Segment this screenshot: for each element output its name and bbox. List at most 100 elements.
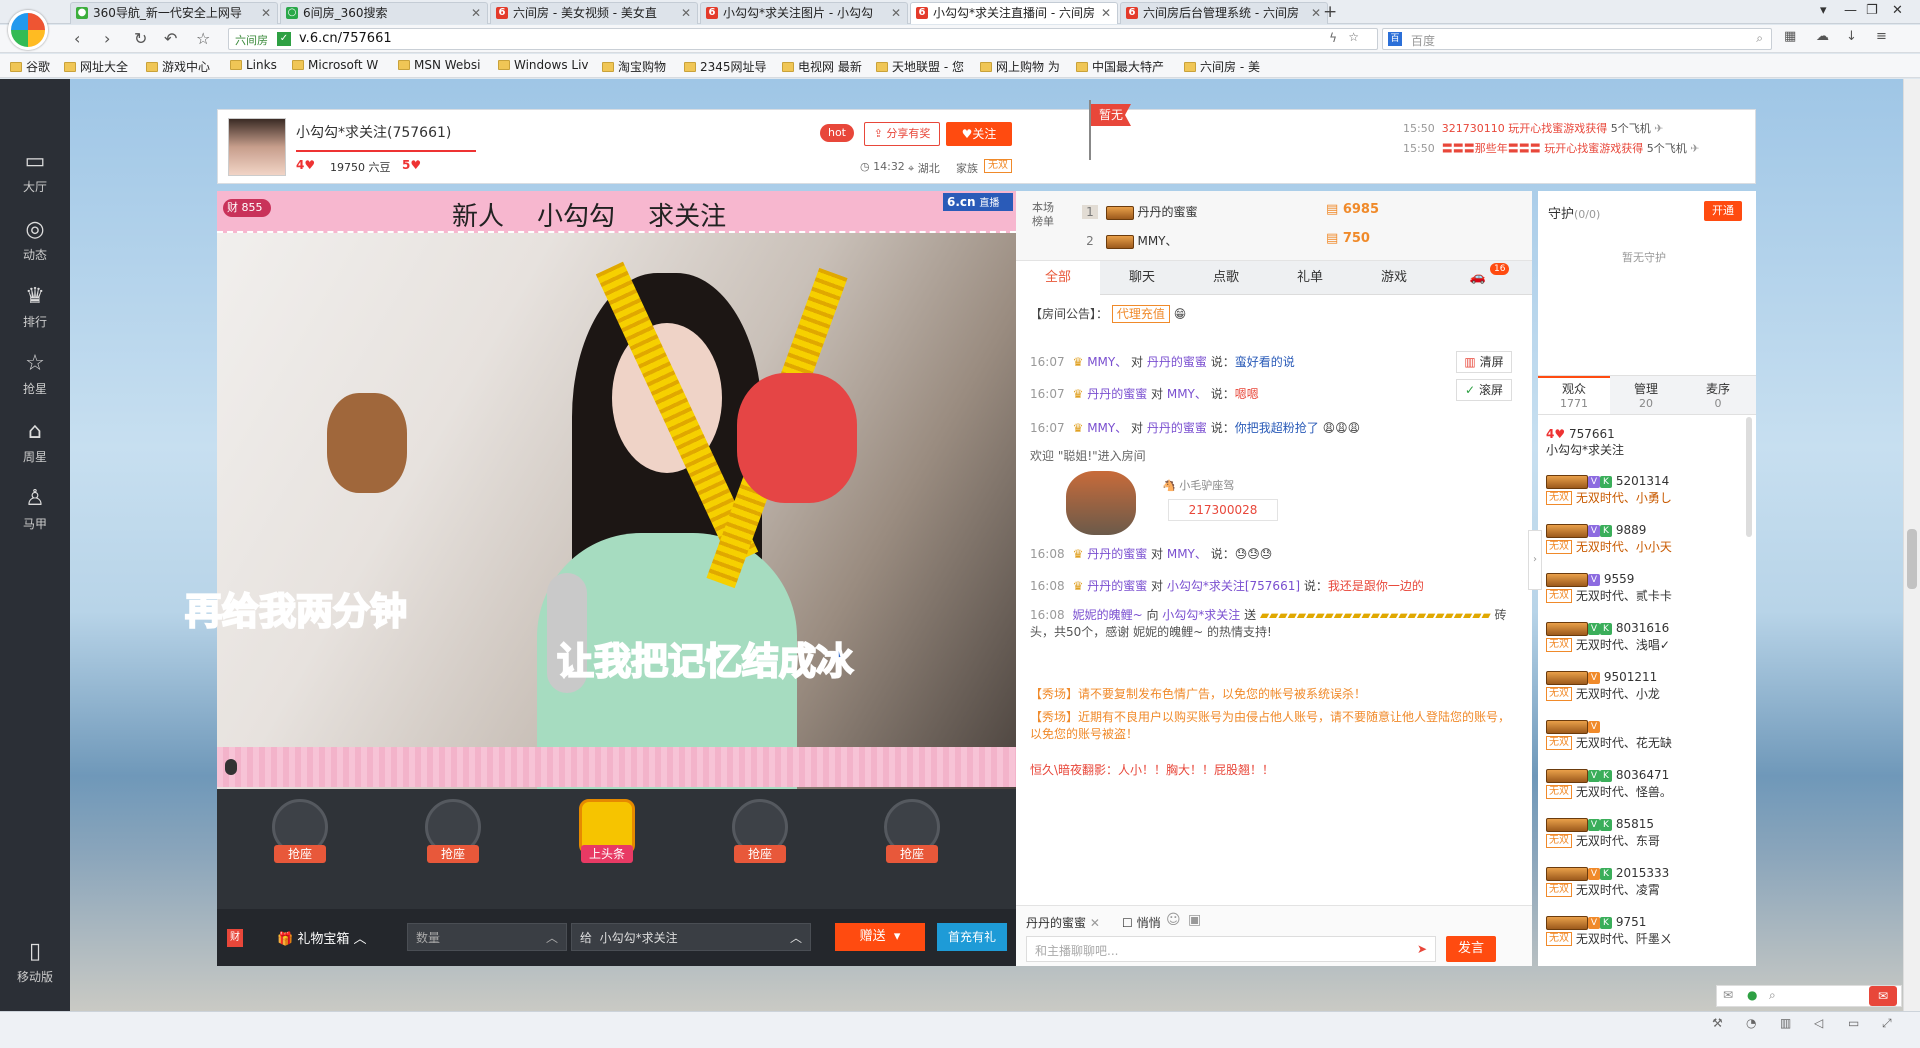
seat-slot[interactable]: 抢座 (705, 789, 815, 863)
bookmark-item[interactable]: 游戏中心 (146, 58, 210, 75)
new-tab-plus-icon[interactable]: + (1323, 2, 1337, 22)
grab-seat-button[interactable]: 抢座 (274, 845, 326, 863)
send-message-button[interactable]: 发言 (1446, 936, 1496, 962)
audience-item[interactable]: VK 2015333 无双 无双时代、凌霄 (1546, 866, 1669, 898)
tab-chat[interactable]: 聊天 (1100, 261, 1184, 295)
url-bar[interactable]: 六间房 ✓ v.6.cn/757661 ϟ ☆ (228, 28, 1378, 50)
bookmark-item[interactable]: Microsoft W (292, 58, 378, 72)
gift-box-button[interactable]: 🎁 礼物宝箱 ︿ (277, 928, 367, 947)
chat-input[interactable]: 和主播聊聊吧... ➤ (1026, 936, 1436, 962)
bookmark-item[interactable]: 谷歌 (10, 58, 50, 75)
bookmark-item[interactable]: 2345网址导 (684, 58, 767, 75)
favorite-star-icon[interactable]: ☆ (1348, 30, 1359, 44)
browser-tab-active[interactable]: 6 小勾勾*求关注直播间 - 六间房 ✕ (910, 2, 1118, 24)
nav-mobile[interactable]: ▯ 移动版 (0, 939, 70, 985)
tab-audience[interactable]: 观众 1771 (1538, 376, 1610, 414)
wealth-icon[interactable]: 财 (227, 929, 243, 947)
rank-row[interactable]: 2 MMY、 (1082, 232, 1178, 249)
rank-row[interactable]: 1 丹丹的蜜蜜 (1082, 203, 1197, 220)
bookmark-item[interactable]: 网上购物 为 (980, 58, 1060, 75)
open-guard-button[interactable]: 开通 (1704, 201, 1742, 221)
search-box[interactable]: 百 百度 ⌕ (1382, 28, 1772, 50)
forward-icon[interactable]: › (104, 29, 110, 48)
menu-icon[interactable]: ≡ (1876, 29, 1887, 44)
close-window-icon[interactable]: ✕ (1892, 3, 1903, 18)
scroll-lock-button[interactable]: ✓ 滚屏 (1456, 379, 1512, 401)
search-icon[interactable]: ⌕ (1769, 988, 1776, 1003)
first-recharge-button[interactable]: 首充有礼 (937, 923, 1007, 951)
browser-logo-icon[interactable] (8, 10, 48, 50)
chat-bubble-icon[interactable]: ✉ (1869, 986, 1897, 1006)
headline-button[interactable]: 上头条 (581, 845, 633, 863)
clear-screen-button[interactable]: ▥ 清屏 (1456, 351, 1512, 373)
chat-target[interactable]: 丹丹的蜜蜜 ✕ (1026, 914, 1100, 931)
recipient-select[interactable]: 给 小勾勾*求关注 ︿ (571, 923, 811, 951)
refresh-icon[interactable]: ↻ (134, 29, 147, 48)
recharge-link[interactable]: 代理充值 (1111, 305, 1170, 323)
tab-gift-list[interactable]: 礼单 (1268, 261, 1352, 295)
video-player[interactable]: 财 855 新人 小勾勾 求关注 6.cn 直播 再给我两分钟 让我把记忆结成冰… (184, 191, 1016, 966)
audience-item[interactable]: VK 9889 无双 无双时代、小小天 (1546, 523, 1672, 555)
nav-vest[interactable]: ♙ 马甲 (0, 486, 70, 532)
quantity-input[interactable]: 数量 ︿ (407, 923, 567, 951)
speed-icon[interactable]: ◔ (1746, 1016, 1756, 1030)
audience-item[interactable]: VK 85815 无双 无双时代、东哥 (1546, 817, 1660, 849)
audience-item[interactable]: V 9559 无双 无双时代、贰卡卡 (1546, 572, 1672, 604)
tab-songs[interactable]: 点歌 (1184, 261, 1268, 295)
bookmark-item[interactable]: 中国最大特产 (1076, 58, 1164, 75)
mic-icon[interactable] (225, 759, 237, 775)
message-list[interactable]: 【房间公告】： 代理充值 😁 ▥ 清屏 ✓ 滚屏 16:07 ♛ MMY、 对 丹… (1016, 295, 1532, 905)
apps-grid-icon[interactable]: ▦ (1784, 29, 1796, 44)
grab-seat-button[interactable]: 抢座 (734, 845, 786, 863)
audience-item[interactable]: VK 5201314 无双 无双时代、小勇し (1546, 474, 1672, 506)
scrollbar-thumb[interactable] (1907, 529, 1917, 589)
nav-grab-star[interactable]: ☆ 抢星 (0, 351, 70, 397)
whisper-checkbox[interactable]: ☐ 悄悄 (1122, 914, 1161, 931)
audience-item[interactable]: V 无双 无双时代、花无缺 (1546, 719, 1672, 751)
seat-slot[interactable]: 抢座 (857, 789, 967, 863)
image-icon[interactable]: ▣ (1188, 912, 1201, 928)
tab-close-icon[interactable]: ✕ (471, 3, 481, 23)
audience-item[interactable]: VK 8031616 无双 无双时代、浅唱✓ (1546, 621, 1670, 653)
mail-icon[interactable]: ✉ (1723, 988, 1733, 1002)
headline-slot[interactable]: 上头条 (552, 789, 662, 863)
menu-shirt-icon[interactable]: ▾ (1820, 3, 1827, 18)
browser-tab[interactable]: 6 小勾勾*求关注图片 - 小勾勾 ✕ (700, 2, 908, 24)
grab-seat-button[interactable]: 抢座 (886, 845, 938, 863)
bookmark-item[interactable]: 网址大全 (64, 58, 128, 75)
lightning-icon[interactable]: ϟ (1329, 31, 1337, 45)
back-icon[interactable]: ‹ (74, 29, 80, 48)
expand-icon[interactable]: ⤢ (1882, 1016, 1892, 1031)
bookmark-item[interactable]: 电视网 最新 (782, 58, 862, 75)
tab-games[interactable]: 游戏 (1352, 261, 1436, 295)
bookmark-item[interactable]: Windows Liv (498, 58, 589, 72)
nav-dynamic[interactable]: ◎ 动态 (0, 217, 70, 263)
audience-item[interactable]: 4♥ 757661 小勾勾*求关注 (1546, 427, 1624, 458)
tab-close-icon[interactable]: ✕ (1101, 3, 1111, 23)
trash-icon[interactable]: ▥ (1780, 1016, 1791, 1030)
sound-icon[interactable]: ◁ (1814, 1016, 1823, 1030)
bookmark-item[interactable]: MSN Websi (398, 58, 481, 72)
bookmark-item[interactable]: 天地联盟 - 您 (876, 58, 964, 75)
audience-scrollbar[interactable] (1746, 417, 1752, 537)
bookmark-item[interactable]: 六间房 - 美 (1184, 58, 1260, 75)
undo-icon[interactable]: ↶ (164, 29, 177, 48)
tab-close-icon[interactable]: ✕ (891, 3, 901, 23)
window-icon[interactable]: ▭ (1848, 1016, 1859, 1030)
minimize-icon[interactable]: — (1844, 3, 1857, 18)
follow-button[interactable]: ♥关注 (946, 122, 1012, 146)
emoji-picker-icon[interactable]: ☺ (1166, 912, 1181, 928)
anchor-avatar[interactable] (228, 118, 286, 176)
audience-item[interactable]: VK 8036471 无双 无双时代、怪兽。 (1546, 768, 1672, 800)
bookmark-item[interactable]: 淘宝购物 (602, 58, 666, 75)
family-badge[interactable]: 无双 (984, 159, 1012, 173)
nav-rank[interactable]: ♛ 排行 (0, 284, 70, 330)
nav-week-star[interactable]: ⌂ 周星 (0, 419, 70, 465)
browser-tab[interactable]: 6 六间房后台管理系统 - 六间房 ✕ (1120, 2, 1328, 24)
browser-tab[interactable]: ○ 6间房_360搜索 ✕ (280, 2, 488, 24)
tool-icon[interactable]: ⚒ (1712, 1016, 1723, 1030)
bookmark-item[interactable]: Links (230, 58, 277, 72)
download-icon[interactable]: ↓ (1846, 29, 1857, 44)
page-scrollbar[interactable] (1903, 79, 1920, 1048)
share-button[interactable]: ⇪ 分享有奖 (864, 122, 940, 146)
